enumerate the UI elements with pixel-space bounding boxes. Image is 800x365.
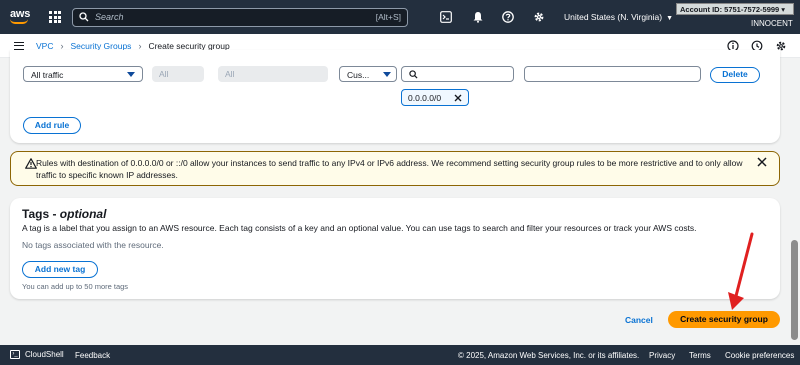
destination-token-value: 0.0.0.0/0 xyxy=(408,93,442,103)
destination-type-value: Cus... xyxy=(347,70,370,80)
delete-label: Delete xyxy=(722,69,748,79)
add-new-tag-button[interactable]: Add new tag xyxy=(22,261,98,278)
user-menu[interactable]: INNOCENT xyxy=(751,19,793,28)
annotation-arrow-icon xyxy=(728,232,754,310)
destination-token: 0.0.0.0/0 xyxy=(401,89,469,106)
tags-empty-text: No tags associated with the resource. xyxy=(22,240,164,250)
footer: ›_ CloudShell Feedback © 2025, Amazon We… xyxy=(0,345,800,365)
port-range-value: All xyxy=(225,69,235,79)
search-icon xyxy=(79,12,89,22)
user-name: INNOCENT xyxy=(751,19,793,28)
protocol-value: All xyxy=(159,69,169,79)
account-id-badge: Account ID: 5751-7572-5999 ▾ xyxy=(676,3,794,15)
menu-hamburger-icon[interactable] xyxy=(14,42,24,50)
cookie-preferences-link[interactable]: Cookie preferences xyxy=(725,351,794,360)
tags-limit-text: You can add up to 50 more tags xyxy=(22,282,129,291)
copyright-text: © 2025, Amazon Web Services, Inc. or its… xyxy=(458,351,640,360)
tags-heading: Tags - optional xyxy=(22,207,106,221)
outbound-rules-card: All traffic All All Cus... Delete 0.0.0.… xyxy=(10,50,780,143)
bell-icon[interactable] xyxy=(472,11,484,23)
region-label: United States (N. Virginia) xyxy=(564,12,663,22)
top-navigation: aws Search [Alt+S] United States (N. Vir… xyxy=(0,0,800,34)
close-icon[interactable] xyxy=(757,157,767,167)
tags-title-text: Tags - xyxy=(22,207,60,221)
rule-type-select[interactable]: All traffic xyxy=(23,66,143,82)
search-placeholder: Search xyxy=(95,12,124,22)
warning-alert: Rules with destination of 0.0.0.0/0 or :… xyxy=(10,151,780,186)
services-grid-icon[interactable] xyxy=(49,11,61,23)
scrollbar-thumb[interactable] xyxy=(791,240,798,340)
account-id-text: Account ID: 5751-7572-5999 xyxy=(680,5,780,14)
protocol-field: All xyxy=(152,66,204,82)
cloudshell-icon[interactable] xyxy=(440,11,452,23)
create-label: Create security group xyxy=(680,314,768,324)
destination-search-input[interactable] xyxy=(401,66,514,82)
add-tag-label: Add new tag xyxy=(34,264,86,274)
tags-optional-text: optional xyxy=(59,207,107,221)
warning-text: Rules with destination of 0.0.0.0/0 or :… xyxy=(36,158,743,180)
help-icon[interactable] xyxy=(502,11,514,23)
feedback-link[interactable]: Feedback xyxy=(75,351,110,360)
terms-link[interactable]: Terms xyxy=(689,351,711,360)
cloudshell-icon: ›_ xyxy=(10,350,20,359)
cloudshell-button[interactable]: ›_ CloudShell xyxy=(10,350,64,359)
tags-description: A tag is a label that you assign to an A… xyxy=(22,223,697,233)
search-icon xyxy=(409,70,418,79)
destination-type-select[interactable]: Cus... xyxy=(339,66,397,82)
create-security-group-button[interactable]: Create security group xyxy=(668,311,780,328)
cloudshell-label: CloudShell xyxy=(25,350,64,359)
rule-type-value: All traffic xyxy=(31,70,64,80)
aws-smile-icon xyxy=(10,19,28,24)
close-icon[interactable] xyxy=(454,94,462,102)
tags-card: Tags - optional A tag is a label that yo… xyxy=(10,198,780,299)
port-range-field: All xyxy=(218,66,328,82)
search-input[interactable]: Search [Alt+S] xyxy=(72,8,408,27)
cancel-button[interactable]: Cancel xyxy=(625,315,653,325)
privacy-link[interactable]: Privacy xyxy=(649,351,675,360)
description-input[interactable] xyxy=(524,66,701,82)
search-shortcut: [Alt+S] xyxy=(375,12,401,22)
cancel-label: Cancel xyxy=(625,315,653,325)
caret-down-icon: ▼ xyxy=(666,15,674,22)
aws-logo[interactable]: aws xyxy=(10,8,30,24)
add-rule-label: Add rule xyxy=(34,120,70,130)
region-selector[interactable]: United States (N. Virginia) ▼ xyxy=(564,12,673,22)
caret-down-icon xyxy=(383,72,391,77)
delete-rule-button[interactable]: Delete xyxy=(710,67,760,83)
add-rule-button[interactable]: Add rule xyxy=(23,117,81,134)
caret-down-icon xyxy=(127,72,135,77)
gear-icon[interactable] xyxy=(533,11,545,23)
